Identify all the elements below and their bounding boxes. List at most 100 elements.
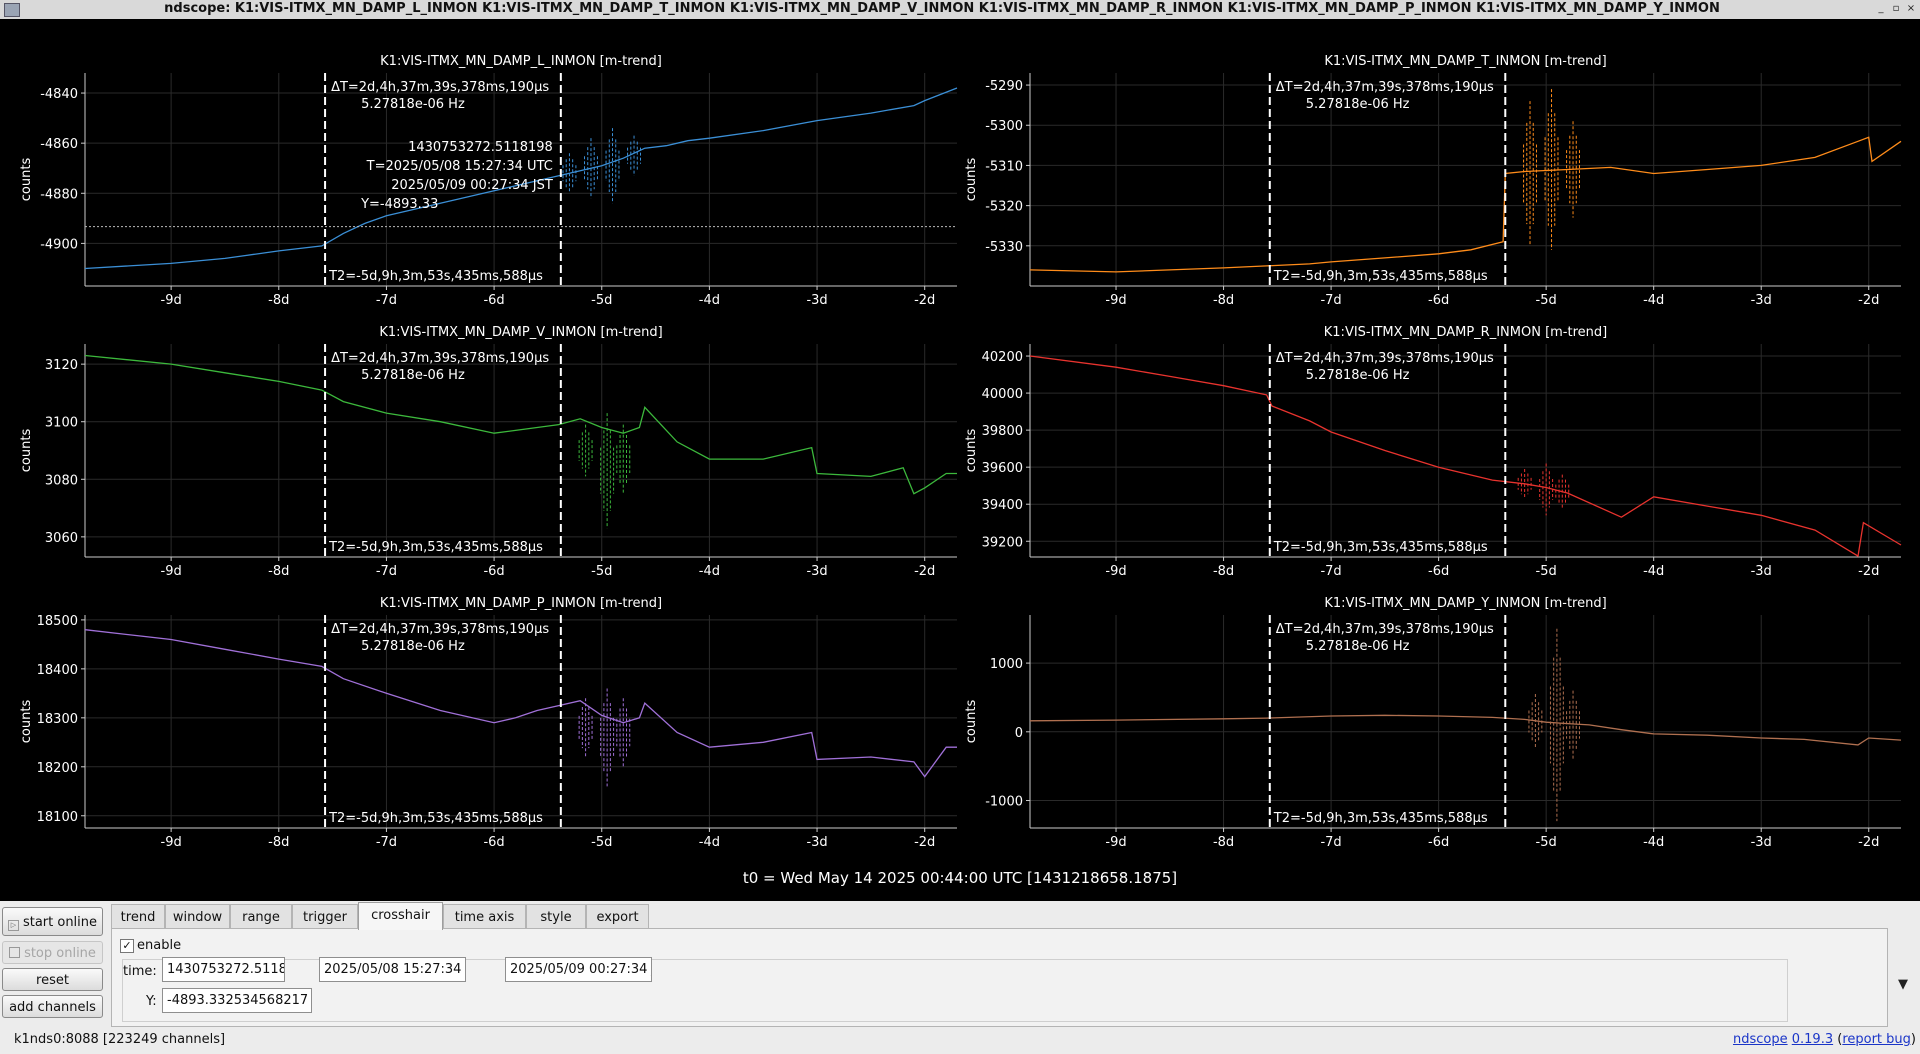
- y-tick-label: -5330: [985, 240, 1023, 255]
- jst-time-input[interactable]: 2025/05/09 00:27:34 JST: [505, 957, 652, 982]
- chevron-down-icon[interactable]: ▼: [1898, 977, 1908, 992]
- x-tick-label: -6d: [1428, 564, 1449, 579]
- y-tick-label: 3120: [45, 358, 78, 373]
- plot-panel-6: K1:VIS-ITMX_MN_DAMP_Y_INMON [m-trend] -9d…: [964, 596, 1902, 850]
- x-tick-label: -8d: [268, 564, 289, 579]
- tab-trend[interactable]: trend: [111, 904, 165, 929]
- x-tick-label: -9d: [161, 835, 182, 850]
- x-tick-label: -3d: [806, 835, 827, 850]
- y-tick-label: -5290: [985, 79, 1023, 94]
- delta-t-label: ΔT=2d,4h,37m,39s,378ms,190µs: [331, 80, 549, 95]
- x-tick-label: -2d: [1858, 293, 1879, 308]
- x-tick-label: -9d: [1105, 564, 1126, 579]
- gps-time-input[interactable]: 1430753272.5118198: [162, 957, 285, 982]
- cursor-t2-label: T2=-5d,9h,3m,53s,435ms,588µs: [1273, 811, 1488, 826]
- x-tick-label: -7d: [1320, 293, 1341, 308]
- x-tick-label: -6d: [483, 564, 504, 579]
- utc-time-input[interactable]: 2025/05/08 15:27:34 UTC: [319, 957, 466, 982]
- y-tick-label: 18300: [37, 712, 78, 727]
- stop-online-label: stop online: [24, 946, 96, 961]
- x-tick-label: -9d: [161, 293, 182, 308]
- tab-time-axis[interactable]: time axis: [443, 904, 526, 929]
- x-tick-label: -4d: [1643, 835, 1664, 850]
- delta-frequency-label: 5.27818e-06 Hz: [1306, 97, 1410, 112]
- close-button[interactable]: ×: [1904, 2, 1918, 16]
- data-series-line: [1029, 714, 1902, 746]
- x-tick-label: -4d: [699, 293, 720, 308]
- x-tick-label: -4d: [699, 564, 720, 579]
- y-tick-label: -4860: [40, 137, 78, 152]
- x-tick-label: -5d: [1536, 293, 1557, 308]
- add-channels-button[interactable]: add channels: [2, 995, 103, 1018]
- y-tick-label: 40200: [982, 350, 1023, 365]
- version-link[interactable]: 0.19.3: [1792, 1032, 1833, 1047]
- data-series-line: [84, 629, 957, 778]
- paren-close: ): [1910, 1032, 1916, 1047]
- x-tick-label: -5d: [591, 564, 612, 579]
- reset-button[interactable]: reset: [2, 968, 103, 991]
- x-tick-label: -9d: [1105, 835, 1126, 850]
- cursor-t2-label: T2=-5d,9h,3m,53s,435ms,588µs: [328, 811, 543, 826]
- report-bug-link[interactable]: report bug: [1842, 1032, 1911, 1047]
- y-tick-label: -4840: [40, 87, 78, 102]
- x-tick-label: -2d: [1858, 835, 1879, 850]
- y-tick-label: -4880: [40, 187, 78, 202]
- plot-area[interactable]: t0 = Wed May 14 2025 00:44:00 UTC [14312…: [0, 19, 1920, 901]
- y-tick-label: 18400: [37, 663, 78, 678]
- cursor-t2-label: T2=-5d,9h,3m,53s,435ms,588µs: [328, 269, 543, 284]
- tab-window[interactable]: window: [165, 904, 230, 929]
- start-online-button[interactable]: ▷ start online: [2, 907, 103, 936]
- tab-style[interactable]: style: [526, 904, 586, 929]
- t0-label: t0 = Wed May 14 2025 00:44:00 UTC [14312…: [743, 869, 1177, 887]
- plot-title: K1:VIS-ITMX_MN_DAMP_Y_INMON [m-trend]: [1324, 596, 1606, 611]
- stop-online-button[interactable]: stop online: [2, 941, 103, 964]
- y-tick-label: 18500: [37, 614, 78, 629]
- plot-panel-2: K1:VIS-ITMX_MN_DAMP_T_INMON [m-trend] -9d…: [964, 54, 1902, 308]
- y-tick-label: 1000: [990, 657, 1023, 672]
- app-icon: [4, 3, 20, 17]
- tab-range[interactable]: range: [230, 904, 292, 929]
- server-status: k1nds0:8088 [223249 channels]: [14, 1032, 226, 1047]
- delta-frequency-label: 5.27818e-06 Hz: [361, 368, 465, 383]
- x-tick-label: -4d: [699, 835, 720, 850]
- y-tick-label: 39800: [982, 424, 1023, 439]
- x-tick-label: -2d: [914, 564, 935, 579]
- enable-checkbox[interactable]: ✓: [120, 939, 134, 953]
- crosshair-y-label: Y=-4893.33: [360, 197, 438, 212]
- y-tick-label: -1000: [985, 795, 1023, 810]
- tab-export[interactable]: export: [586, 904, 649, 929]
- start-online-label: start online: [22, 915, 98, 930]
- tab-crosshair[interactable]: crosshair: [358, 902, 443, 930]
- delta-t-label: ΔT=2d,4h,37m,39s,378ms,190µs: [331, 351, 549, 366]
- delta-frequency-label: 5.27818e-06 Hz: [361, 639, 465, 654]
- window-title: ndscope: K1:VIS-ITMX_MN_DAMP_L_INMON K1:…: [164, 1, 1720, 16]
- x-tick-label: -8d: [1213, 835, 1234, 850]
- cursor-t2-label: T2=-5d,9h,3m,53s,435ms,588µs: [328, 540, 543, 555]
- delta-t-label: ΔT=2d,4h,37m,39s,378ms,190µs: [1276, 622, 1494, 637]
- y-axis-label: counts: [19, 158, 34, 202]
- x-tick-label: -7d: [1320, 564, 1341, 579]
- x-tick-label: -8d: [268, 293, 289, 308]
- y-tick-label: 39600: [982, 461, 1023, 476]
- ndscope-link[interactable]: ndscope: [1733, 1032, 1788, 1047]
- tab-trigger[interactable]: trigger: [292, 904, 358, 929]
- enable-label: enable: [137, 938, 182, 953]
- time-label: time:: [123, 964, 157, 979]
- y-tick-label: -5310: [985, 159, 1023, 174]
- play-icon: ▷: [7, 920, 19, 931]
- crosshair-utc-label: T=2025/05/08 15:27:34 UTC: [366, 159, 553, 174]
- y-tick-label: 39400: [982, 498, 1023, 513]
- y-value-input[interactable]: -4893.332534568217: [162, 988, 312, 1013]
- maximize-button[interactable]: ▫: [1889, 2, 1903, 16]
- x-tick-label: -9d: [161, 564, 182, 579]
- plot-panel-1: K1:VIS-ITMX_MN_DAMP_L_INMON [m-trend] -9d…: [19, 54, 958, 308]
- crosshair-gps-label: 1430753272.5118198: [408, 140, 553, 155]
- data-series-line: [1029, 355, 1902, 558]
- plots-canvas[interactable]: t0 = Wed May 14 2025 00:44:00 UTC [14312…: [0, 19, 1920, 901]
- minimize-button[interactable]: _: [1874, 2, 1888, 16]
- version-info: ndscope 0.19.3 (report bug): [1733, 1032, 1916, 1047]
- data-series-line: [1029, 136, 1902, 273]
- y-tick-label: 39200: [982, 535, 1023, 550]
- delta-frequency-label: 5.27818e-06 Hz: [1306, 639, 1410, 654]
- crosshair-jst-label: 2025/05/09 00:27:34 JST: [391, 178, 553, 193]
